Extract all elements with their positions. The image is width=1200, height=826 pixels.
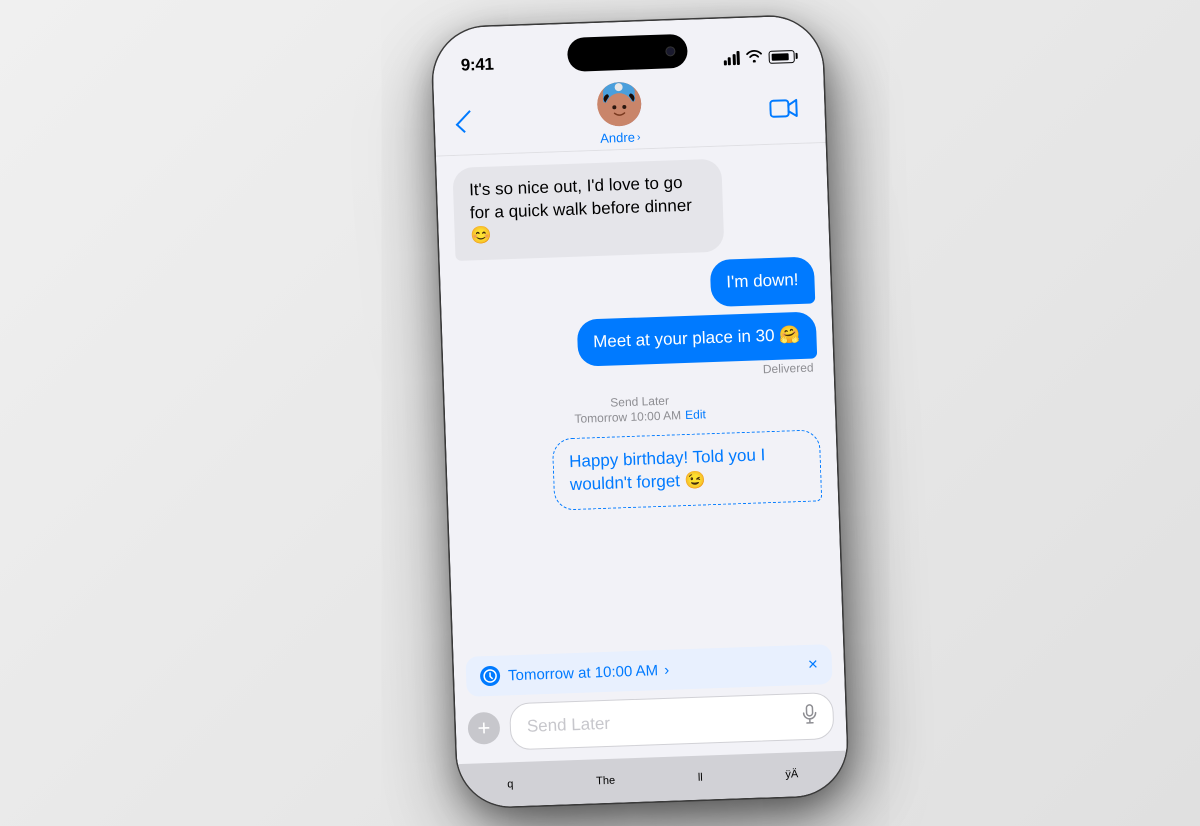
message-row: Meet at your place in 30 🤗 Delivered	[458, 311, 818, 386]
message-row: Happy birthday! Told you I wouldn't forg…	[462, 429, 822, 513]
received-bubble-1[interactable]: It's so nice out, I'd love to go for a q…	[452, 159, 724, 261]
scene: 9:41	[0, 0, 1200, 826]
input-row: + Send Later	[467, 692, 834, 752]
status-icons	[723, 48, 795, 66]
avatar	[596, 81, 642, 127]
sent-bubble-2[interactable]: Meet at your place in 30 🤗	[576, 311, 817, 366]
messages-area: It's so nice out, I'd love to go for a q…	[436, 143, 843, 649]
wifi-icon	[745, 49, 763, 66]
add-button[interactable]: +	[467, 711, 500, 744]
keyboard-key[interactable]: q	[507, 778, 514, 790]
microphone-icon[interactable]	[802, 704, 817, 729]
message-row: It's so nice out, I'd love to go for a q…	[452, 156, 813, 261]
battery-icon	[768, 49, 794, 63]
video-call-button[interactable]	[768, 91, 801, 124]
contact-center[interactable]: Andre ›	[596, 81, 642, 145]
message-input[interactable]: Send Later	[509, 692, 834, 750]
schedule-indicator[interactable]: Tomorrow at 10:00 AM › ×	[465, 644, 832, 697]
send-later-time-row: Tomorrow 10:00 AM Edit	[574, 407, 706, 426]
signal-bar-3	[732, 54, 735, 65]
bottom-bar: Tomorrow at 10:00 AM › × + Send Later	[453, 636, 847, 765]
camera-dot	[665, 46, 675, 56]
signal-bars-icon	[723, 51, 740, 66]
sent-bubble-1[interactable]: I'm down!	[710, 256, 816, 307]
keyboard-key[interactable]: The	[596, 775, 615, 788]
send-later-edit-button[interactable]: Edit	[685, 407, 706, 422]
contact-name[interactable]: Andre ›	[600, 129, 641, 145]
keyboard-key[interactable]: ll	[698, 772, 703, 784]
send-later-label: Send Later Tomorrow 10:00 AM Edit	[460, 388, 819, 429]
back-chevron-icon	[456, 110, 478, 133]
back-button[interactable]	[458, 109, 471, 129]
status-time: 9:41	[460, 55, 494, 76]
schedule-close-button[interactable]: ×	[808, 655, 819, 675]
message-row: I'm down!	[456, 256, 815, 315]
scheduled-bubble[interactable]: Happy birthday! Told you I wouldn't forg…	[551, 429, 822, 510]
schedule-time-text: Tomorrow at 10:00 AM ›	[508, 661, 670, 684]
dynamic-island	[567, 34, 688, 72]
schedule-left: Tomorrow at 10:00 AM ›	[480, 660, 670, 687]
nav-bar: Andre ›	[433, 71, 825, 157]
send-later-title: Send Later	[610, 393, 669, 409]
phone-shell: 9:41	[431, 15, 848, 808]
delivered-label: Delivered	[763, 360, 814, 376]
screen: 9:41	[431, 15, 848, 808]
signal-bar-4	[736, 51, 739, 65]
clock-icon	[480, 666, 501, 687]
keyboard-key[interactable]: ÿÄ	[785, 768, 798, 780]
signal-bar-2	[728, 57, 731, 65]
signal-bar-1	[723, 60, 726, 65]
